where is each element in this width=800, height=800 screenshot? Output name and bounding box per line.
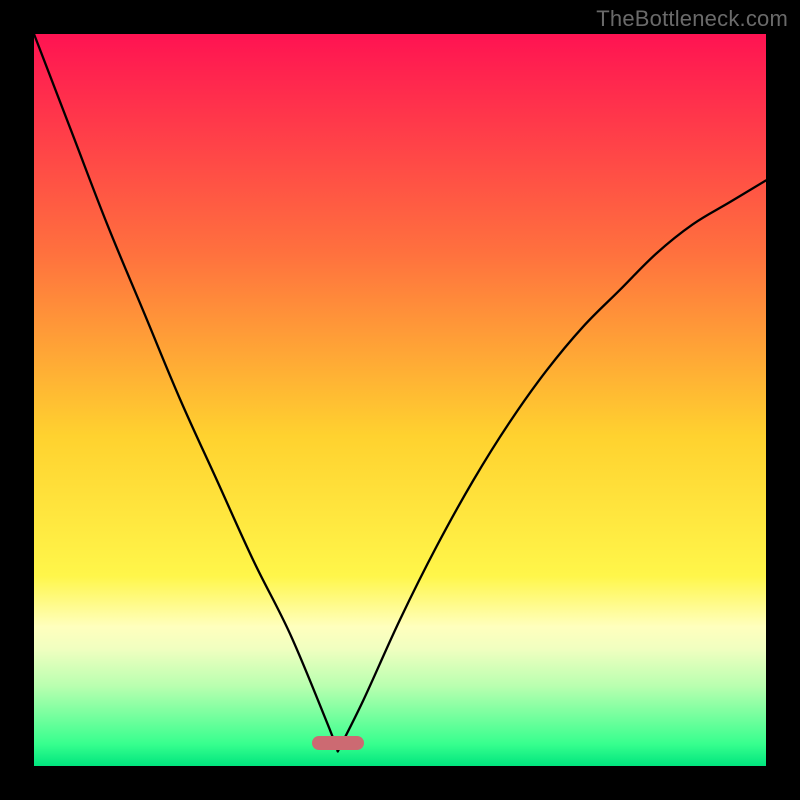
plot-area: [34, 34, 766, 766]
curve-right-branch: [338, 180, 766, 751]
chart-frame: TheBottleneck.com: [0, 0, 800, 800]
watermark-label: TheBottleneck.com: [596, 6, 788, 32]
optimal-range-marker: [312, 736, 364, 750]
curve-left-branch: [34, 34, 338, 751]
bottleneck-curve: [34, 34, 766, 766]
